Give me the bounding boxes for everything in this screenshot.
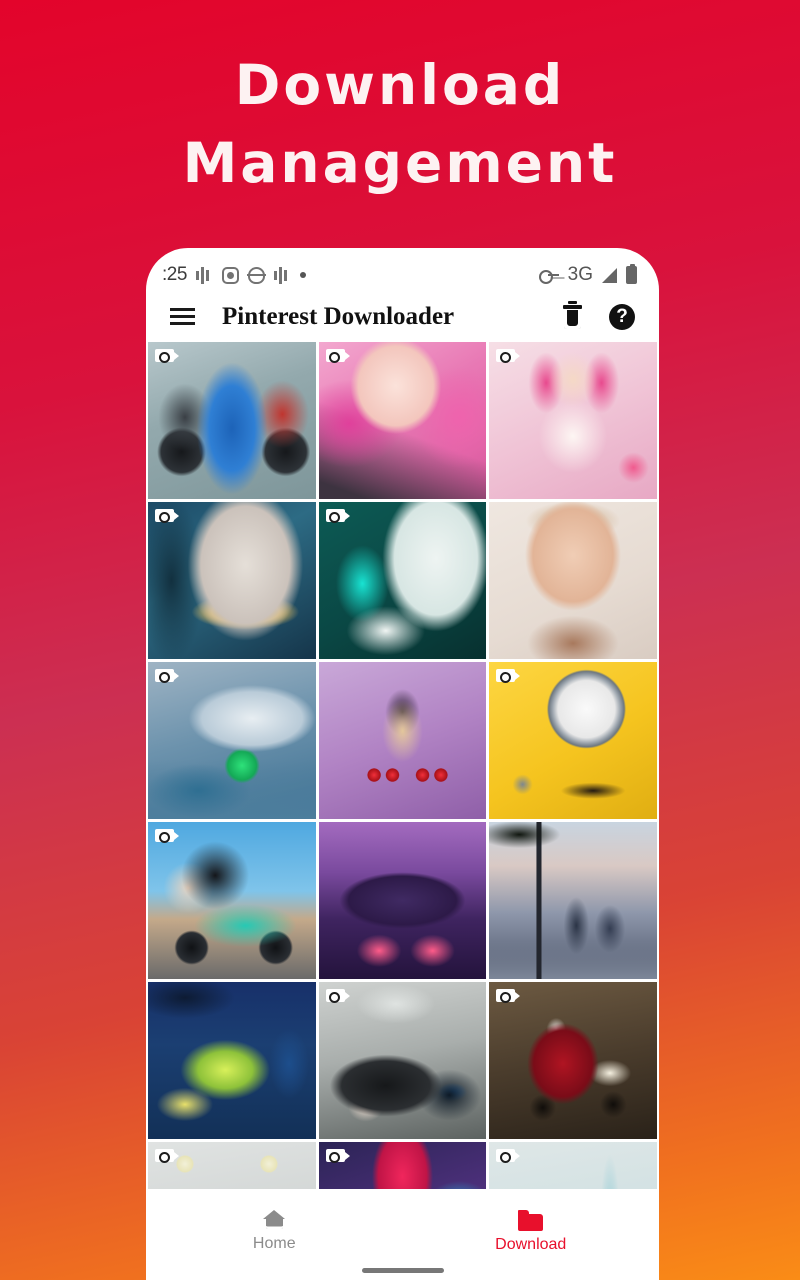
gallery-item-thumbnail [489,982,657,1139]
gallery-item-thumbnail [489,342,657,499]
gallery-item[interactable] [148,502,316,659]
gallery-item[interactable] [318,822,487,979]
video-camera-badge-icon [496,1149,521,1163]
video-camera-badge-icon [325,989,350,1003]
gallery-item[interactable] [489,982,657,1139]
video-camera-badge-icon [325,349,350,363]
nav-item-download[interactable]: Download [403,1210,660,1254]
battery-icon [626,264,637,284]
video-camera-badge-icon [155,1149,179,1163]
dot-icon [299,272,306,278]
gallery-item-thumbnail [148,822,316,979]
video-camera-badge-icon [325,509,350,523]
app-bar: Pinterest Downloader ? [146,292,659,342]
gallery-item[interactable] [148,822,316,979]
promo-line-2: Management [182,131,618,195]
video-camera-badge-icon [496,349,521,363]
gallery-item[interactable] [318,1142,487,1189]
gallery-item[interactable] [489,822,657,979]
promo-line-1: Download [234,53,566,117]
video-camera-badge-icon [155,349,179,363]
video-camera-badge-icon [155,829,179,843]
gallery-item[interactable] [489,502,657,659]
messenger-icon [221,266,239,284]
gallery-item[interactable] [148,662,316,819]
vpn-key-icon [538,269,559,284]
status-bar-right: 3G [538,264,637,286]
gallery-item[interactable] [148,982,316,1139]
help-circle-icon[interactable]: ? [609,304,635,330]
app-bar-actions: ? [562,301,635,330]
gallery-item[interactable] [148,1142,316,1189]
gallery-item[interactable] [318,342,487,499]
phone-mockup: :25 3G Pinterest Downloader ? Home Downl… [146,248,659,1280]
home-icon [262,1210,286,1230]
bottom-navigation: Home Download [146,1198,659,1280]
gallery-item-thumbnail [318,982,487,1139]
equalizer-icon-2 [273,266,291,284]
app-title: Pinterest Downloader [222,303,455,330]
gallery-item-thumbnail [318,342,487,499]
gallery-item-thumbnail [318,502,487,659]
status-bar-time: :25 [162,264,187,285]
snapchat-icon [246,266,266,284]
gallery-item[interactable] [148,342,316,499]
gallery-item[interactable] [318,662,487,819]
hamburger-menu-icon[interactable] [170,308,195,326]
status-bar: :25 3G [146,248,659,292]
gallery-item-thumbnail [489,822,657,979]
home-indicator-bar[interactable] [361,1268,444,1273]
gallery-item-thumbnail [148,662,316,819]
video-camera-badge-icon [155,509,179,523]
network-label: 3G [567,264,593,285]
nav-item-home[interactable]: Home [146,1210,403,1253]
gallery-item[interactable] [318,502,487,659]
equalizer-icon [195,266,213,284]
video-camera-badge-icon [325,1149,350,1163]
gallery-item-thumbnail [148,982,316,1139]
trash-icon[interactable] [562,301,583,329]
gallery-item-thumbnail [148,342,316,499]
gallery-item-thumbnail [489,662,657,819]
gallery-item-thumbnail [318,662,487,819]
nav-label-download: Download [495,1236,567,1253]
gallery-item[interactable] [318,982,487,1139]
gallery-item-thumbnail [148,502,316,659]
nav-label-home: Home [252,1235,296,1252]
gallery-item[interactable] [489,342,657,499]
promo-heading: Download Management [0,46,800,202]
gallery-item-thumbnail [489,502,657,659]
video-camera-badge-icon [496,669,521,683]
folder-icon [518,1210,544,1231]
download-gallery-grid[interactable] [146,342,659,1189]
gallery-item[interactable] [489,1142,657,1189]
gallery-item[interactable] [489,662,657,819]
video-camera-badge-icon [496,989,521,1003]
gallery-item-thumbnail [318,822,487,979]
signal-icon [602,267,617,283]
video-camera-badge-icon [155,669,179,683]
